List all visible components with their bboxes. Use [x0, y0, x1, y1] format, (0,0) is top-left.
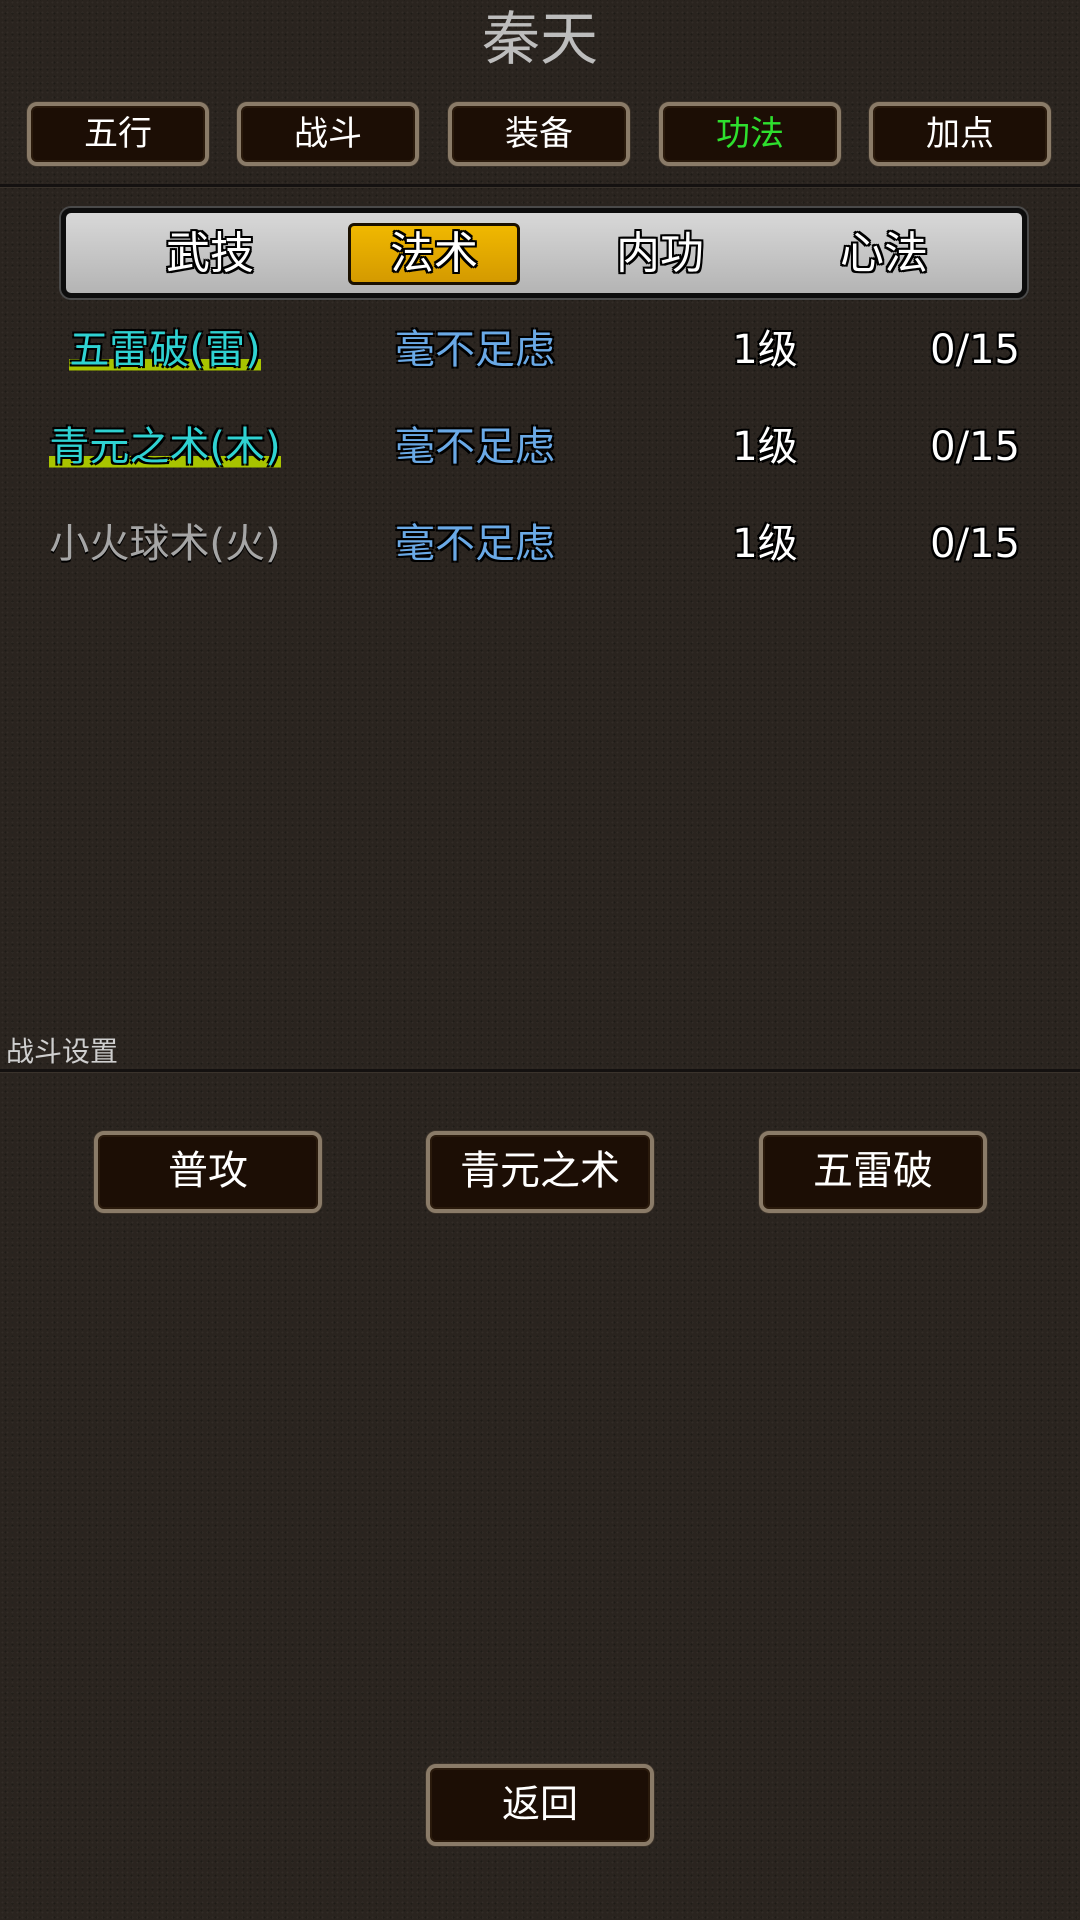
battle-settings-label: 战斗设置 [6, 1035, 119, 1068]
tab-attributes[interactable]: 加点 [869, 102, 1051, 166]
skill-level: 1级 [732, 424, 798, 470]
top-tab-bar: 五行 战斗 装备 功法 加点 [27, 102, 1053, 166]
character-name-title: 秦天 [481, 5, 598, 73]
back-button[interactable]: 返回 [426, 1764, 654, 1846]
tab-equipment[interactable]: 装备 [448, 102, 630, 166]
tab-techniques[interactable]: 功法 [659, 102, 841, 166]
battle-slot-button[interactable]: 五雷破 [759, 1131, 987, 1213]
battle-settings-divider [0, 1069, 1080, 1073]
skill-row[interactable]: 小火球术(火) 毫不足虑 1级 0/15 [0, 509, 1080, 579]
subtab-inner-arts[interactable]: 内功 [574, 223, 746, 285]
subtab-mind-methods[interactable]: 心法 [798, 223, 970, 285]
technique-category-bar: 武技 法术 内功 心法 [61, 208, 1027, 298]
battle-slot-button[interactable]: 普攻 [94, 1131, 322, 1213]
skill-name: 小火球术(火) [49, 521, 281, 567]
subtab-spells[interactable]: 法术 [348, 223, 520, 285]
skill-exp: 0/15 [930, 424, 1020, 470]
skill-row[interactable]: 青元之术(木) 毫不足虑 1级 0/15 [0, 412, 1080, 482]
skill-exp: 0/15 [930, 521, 1020, 567]
tab-battle[interactable]: 战斗 [237, 102, 419, 166]
top-divider [0, 184, 1080, 188]
skill-exp: 0/15 [930, 327, 1020, 373]
tab-wuxing[interactable]: 五行 [27, 102, 209, 166]
skill-grade: 毫不足虑 [395, 424, 555, 470]
skill-level: 1级 [732, 521, 798, 567]
skill-row[interactable]: 五雷破(雷) 毫不足虑 1级 0/15 [0, 315, 1080, 385]
skill-grade: 毫不足虑 [395, 327, 555, 373]
skill-name: 五雷破(雷) [69, 327, 261, 373]
battle-slot-button[interactable]: 青元之术 [426, 1131, 654, 1213]
skill-name: 青元之术(木) [49, 424, 281, 470]
subtab-martial-skills[interactable]: 武技 [124, 223, 296, 285]
skill-level: 1级 [732, 327, 798, 373]
skill-grade: 毫不足虑 [395, 521, 555, 567]
